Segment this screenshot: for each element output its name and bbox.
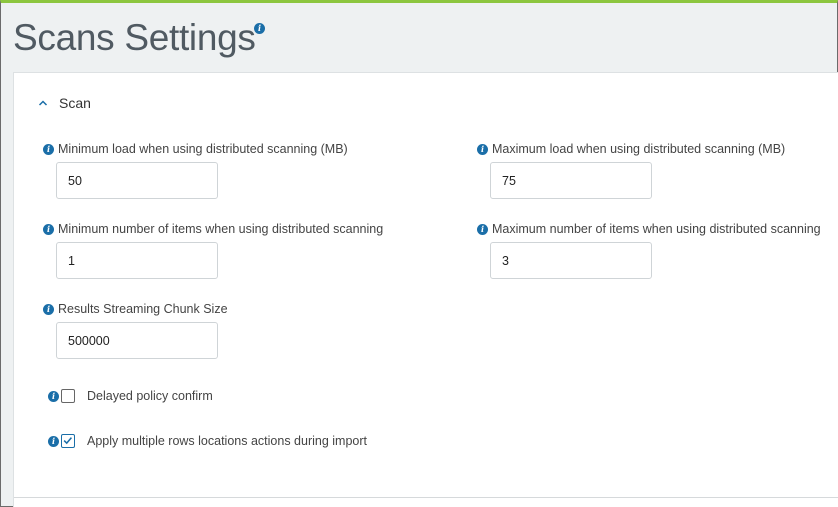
info-icon[interactable]: i	[43, 303, 54, 315]
delayed-policy-row: i Delayed policy confirm	[48, 389, 213, 403]
scan-section-toggle[interactable]: Scan	[38, 95, 91, 111]
settings-window: Scans Settings i Scan i Minimum load whe…	[0, 0, 838, 507]
info-icon[interactable]: i	[48, 390, 59, 402]
max-items-label-row: i Maximum number of items when using dis…	[477, 221, 821, 237]
max-items-label: Maximum number of items when using distr…	[492, 222, 821, 236]
info-icon[interactable]: i	[43, 143, 54, 155]
delayed-policy-checkbox[interactable]	[61, 389, 75, 403]
title-info-icon[interactable]: i	[254, 18, 265, 36]
info-icon[interactable]: i	[43, 223, 54, 235]
max-load-label-row: i Maximum load when using distributed sc…	[477, 141, 785, 157]
max-items-field: i Maximum number of items when using dis…	[477, 221, 821, 237]
chevron-up-icon	[38, 100, 48, 106]
multi-rows-checkbox[interactable]	[61, 434, 75, 448]
min-load-field: i Minimum load when using distributed sc…	[43, 141, 348, 157]
info-icon[interactable]: i	[477, 223, 488, 235]
max-items-input[interactable]	[490, 242, 652, 279]
info-icon[interactable]: i	[48, 435, 59, 447]
section-label: Scan	[59, 95, 91, 111]
panel-divider	[14, 497, 838, 498]
info-icon[interactable]: i	[477, 143, 488, 155]
chunk-size-label: Results Streaming Chunk Size	[58, 302, 228, 316]
chunk-size-field: i Results Streaming Chunk Size	[43, 301, 228, 317]
max-load-label: Maximum load when using distributed scan…	[492, 142, 786, 156]
multi-rows-row: i Apply multiple rows locations actions …	[48, 434, 367, 448]
min-items-input[interactable]	[56, 242, 218, 279]
min-items-label: Minimum number of items when using distr…	[58, 222, 384, 236]
min-items-field: i Minimum number of items when using dis…	[43, 221, 383, 237]
settings-panel: Scan i Minimum load when using distribut…	[13, 72, 838, 507]
info-icon: i	[254, 23, 265, 34]
multi-rows-label: Apply multiple rows locations actions du…	[87, 434, 367, 448]
max-load-input[interactable]	[490, 162, 652, 199]
min-load-label: Minimum load when using distributed scan…	[58, 142, 348, 156]
min-load-label-row: i Minimum load when using distributed sc…	[43, 141, 348, 157]
max-load-field: i Maximum load when using distributed sc…	[477, 141, 785, 157]
chunk-size-label-row: i Results Streaming Chunk Size	[43, 301, 228, 317]
delayed-policy-label: Delayed policy confirm	[87, 389, 213, 403]
min-items-label-row: i Minimum number of items when using dis…	[43, 221, 383, 237]
checkmark-icon	[63, 437, 73, 445]
page-title: Scans Settings	[13, 17, 256, 58]
chunk-size-input[interactable]	[56, 322, 218, 359]
min-load-input[interactable]	[56, 162, 218, 199]
